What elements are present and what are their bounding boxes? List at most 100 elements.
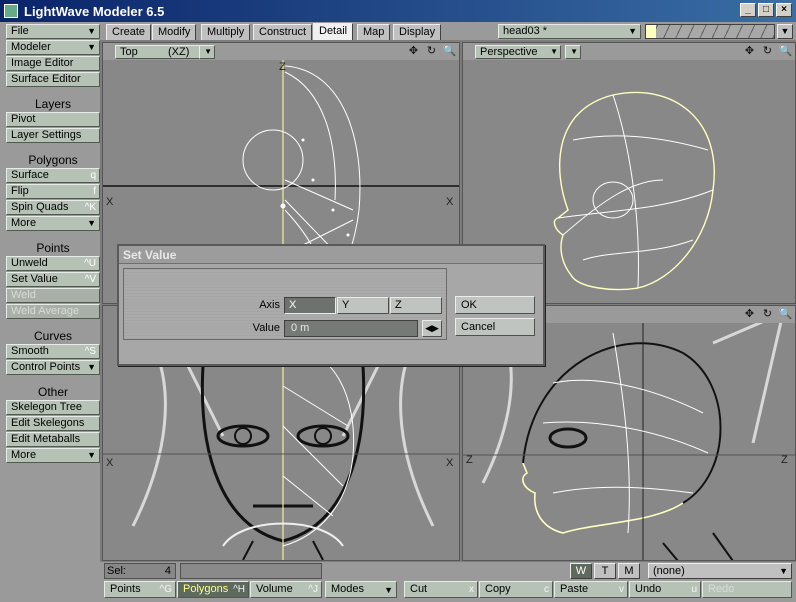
move-view-icon[interactable]: ✥ bbox=[742, 308, 757, 322]
zoom-view-icon[interactable]: 🔍 bbox=[778, 308, 793, 322]
polygons-more-menu[interactable]: More bbox=[6, 216, 100, 231]
surface-filter-select[interactable]: (none) bbox=[648, 563, 792, 579]
dialog-body: Axis X Y Z Value 0 m ◀▶ bbox=[123, 268, 447, 340]
unweld-label: Unweld bbox=[11, 257, 48, 269]
weld-average-button[interactable]: Weld Average bbox=[6, 304, 100, 319]
paste-label: Paste bbox=[560, 583, 589, 595]
layer-settings-button[interactable]: Layer Settings bbox=[6, 128, 100, 143]
wtm-m-button[interactable]: M bbox=[618, 563, 640, 579]
points-mode-button[interactable]: Points ^G bbox=[104, 581, 176, 598]
move-view-icon[interactable]: ✥ bbox=[742, 45, 757, 59]
spin-quads-button[interactable]: Spin Quads ^K bbox=[6, 200, 100, 215]
axis-label-x-right: X bbox=[446, 196, 454, 208]
polygons-mode-button[interactable]: Polygons ^H bbox=[177, 581, 249, 598]
modes-menu[interactable]: Modes bbox=[325, 581, 397, 598]
set-value-button[interactable]: Set Value ^V bbox=[6, 272, 100, 287]
modeler-menu[interactable]: Modeler bbox=[6, 40, 100, 55]
copy-button[interactable]: Copy c bbox=[479, 581, 553, 598]
more-label: More bbox=[11, 449, 37, 461]
zoom-view-icon[interactable]: 🔍 bbox=[442, 45, 457, 59]
wtm-w-button[interactable]: W bbox=[570, 563, 592, 579]
view-type-select[interactable]: Perspective bbox=[475, 45, 561, 59]
weld-average-label: Weld Average bbox=[11, 305, 80, 317]
pivot-label: Pivot bbox=[11, 113, 36, 125]
copy-shortcut: c bbox=[544, 584, 549, 595]
pivot-button[interactable]: Pivot bbox=[6, 112, 100, 127]
rotate-view-icon[interactable]: ↻ bbox=[760, 45, 775, 59]
skelegon-tree-button[interactable]: Skelegon Tree bbox=[6, 400, 100, 415]
value-input[interactable]: 0 m bbox=[284, 320, 418, 337]
other-header: Other bbox=[6, 384, 100, 400]
cut-label: Cut bbox=[410, 583, 428, 595]
edit-skelegons-button[interactable]: Edit Skelegons bbox=[6, 416, 100, 431]
file-menu[interactable]: File bbox=[6, 24, 100, 39]
maximize-button[interactable]: □ bbox=[758, 3, 774, 17]
tab-multiply[interactable]: Multiply bbox=[201, 24, 251, 40]
modeler-app: File Modeler Image Editor Surface Editor… bbox=[0, 22, 796, 602]
axis-label-x-right: X bbox=[446, 457, 454, 469]
modes-label: Modes bbox=[331, 583, 365, 595]
axis-y-button[interactable]: Y bbox=[337, 297, 389, 314]
cancel-button[interactable]: Cancel bbox=[455, 318, 535, 336]
axis-x-button[interactable]: X bbox=[284, 297, 336, 314]
rotate-view-icon[interactable]: ↻ bbox=[424, 45, 439, 59]
other-more-menu[interactable]: More bbox=[6, 448, 100, 463]
tab-modify[interactable]: Modify bbox=[152, 24, 197, 40]
redo-label: Redo bbox=[708, 583, 735, 595]
smooth-button[interactable]: Smooth ^S bbox=[6, 344, 100, 359]
volume-mode-button[interactable]: Volume ^J bbox=[250, 581, 322, 598]
unweld-button[interactable]: Unweld ^U bbox=[6, 256, 100, 271]
layer-swatches[interactable] bbox=[645, 24, 775, 39]
value-label: Value bbox=[252, 322, 280, 334]
axis-label-z-left: Z bbox=[466, 454, 473, 466]
set-value-dialog: Set Value Axis X Y Z Value 0 m ◀▶ OK Can… bbox=[117, 244, 545, 366]
control-points-menu[interactable]: Control Points bbox=[6, 360, 100, 375]
points-shortcut: ^G bbox=[159, 584, 172, 595]
more-label: More bbox=[11, 217, 37, 229]
rotate-view-icon[interactable]: ↻ bbox=[760, 308, 775, 322]
move-view-icon[interactable]: ✥ bbox=[406, 45, 421, 59]
redo-button[interactable]: Redo bbox=[702, 581, 792, 598]
undo-label: Undo bbox=[635, 583, 662, 595]
surface-editor-button[interactable]: Surface Editor bbox=[6, 72, 100, 87]
tab-construct[interactable]: Construct bbox=[253, 24, 313, 40]
edit-metaballs-button[interactable]: Edit Metaballs bbox=[6, 432, 100, 447]
close-button[interactable]: × bbox=[776, 3, 792, 17]
smooth-shortcut: ^S bbox=[84, 346, 96, 357]
undo-button[interactable]: Undo u bbox=[629, 581, 701, 598]
ok-button[interactable]: OK bbox=[455, 296, 535, 314]
flip-button[interactable]: Flip f bbox=[6, 184, 100, 199]
polygons-shortcut: ^H bbox=[233, 584, 245, 595]
active-layer-swatch[interactable] bbox=[646, 25, 656, 38]
cut-button[interactable]: Cut x bbox=[404, 581, 478, 598]
polygons-header: Polygons bbox=[6, 152, 100, 168]
tab-create[interactable]: Create bbox=[106, 24, 152, 40]
polygons-label: Polygons bbox=[183, 583, 229, 595]
sel-value: 4 bbox=[164, 565, 171, 577]
dialog-title: Set Value bbox=[119, 246, 543, 264]
window-title: LightWave Modeler 6.5 bbox=[24, 3, 165, 19]
axis-z-button[interactable]: Z bbox=[390, 297, 442, 314]
edit-skelegons-label: Edit Skelegons bbox=[11, 417, 85, 429]
view-axes-label: (XZ) bbox=[168, 46, 190, 58]
layer-dropdown[interactable]: ▼ bbox=[777, 24, 793, 39]
flip-shortcut: f bbox=[93, 186, 96, 197]
value-stepper[interactable]: ◀▶ bbox=[422, 320, 442, 337]
view-axes-dropdown[interactable] bbox=[199, 45, 215, 59]
surface-button[interactable]: Surface q bbox=[6, 168, 100, 183]
weld-button[interactable]: Weld bbox=[6, 288, 100, 303]
sel-label: Sel: bbox=[107, 565, 126, 577]
copy-label: Copy bbox=[485, 583, 511, 595]
zoom-view-icon[interactable]: 🔍 bbox=[778, 45, 793, 59]
image-editor-button[interactable]: Image Editor bbox=[6, 56, 100, 71]
tab-display[interactable]: Display bbox=[393, 24, 442, 40]
view-options-dropdown[interactable] bbox=[565, 45, 581, 59]
tab-detail[interactable]: Detail bbox=[313, 23, 354, 40]
paste-button[interactable]: Paste v bbox=[554, 581, 628, 598]
paste-shortcut: v bbox=[619, 584, 624, 595]
minimize-button[interactable]: _ bbox=[740, 3, 756, 17]
object-selector[interactable]: head03 * bbox=[498, 24, 641, 39]
file-label: File bbox=[11, 25, 29, 37]
wtm-t-button[interactable]: T bbox=[594, 563, 616, 579]
tab-map[interactable]: Map bbox=[357, 24, 391, 40]
